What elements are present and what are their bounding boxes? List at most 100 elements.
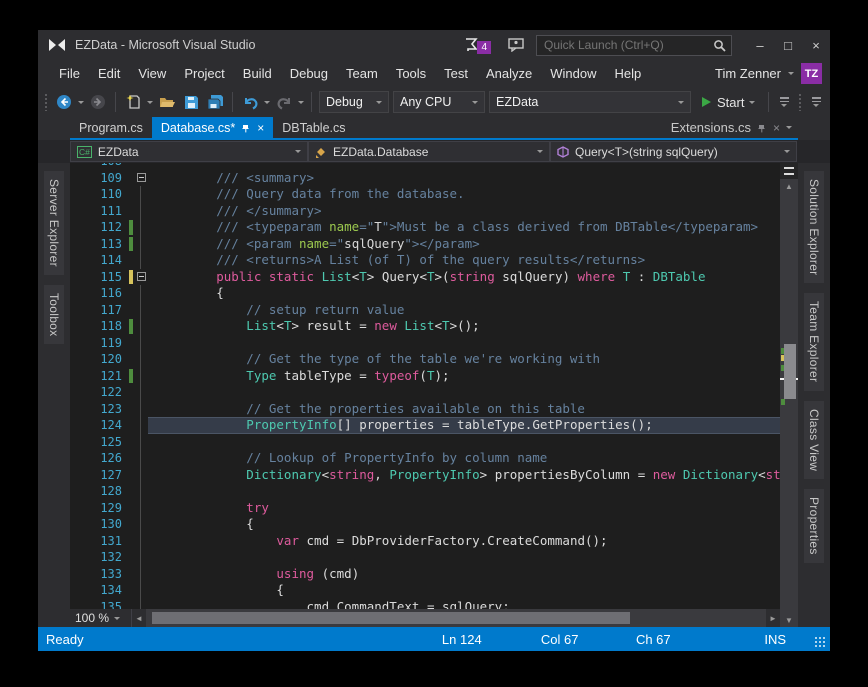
maximize-button[interactable]: □ bbox=[774, 30, 802, 60]
hscroll-thumb[interactable] bbox=[152, 612, 629, 624]
toolbar-grip-2[interactable] bbox=[798, 93, 802, 111]
toolbar-option-button-2[interactable] bbox=[808, 97, 824, 107]
line-number[interactable]: 117 bbox=[70, 302, 128, 319]
menu-file[interactable]: File bbox=[50, 63, 89, 84]
code-text[interactable]: List<T> result = new List<T>(); bbox=[148, 318, 780, 335]
line-number[interactable]: 127 bbox=[70, 467, 128, 484]
menu-debug[interactable]: Debug bbox=[281, 63, 337, 84]
line-number[interactable]: 113 bbox=[70, 236, 128, 253]
code-line-126[interactable]: 126 // Lookup of PropertyInfo by column … bbox=[70, 450, 780, 467]
code-text[interactable]: Type tableType = typeof(T); bbox=[148, 368, 780, 385]
code-line-113[interactable]: 113 /// <param name="sqlQuery"></param> bbox=[70, 236, 780, 253]
line-number[interactable]: 109 bbox=[70, 170, 128, 187]
editor-zoom-dropdown[interactable]: 100 % bbox=[70, 609, 132, 627]
undo-button[interactable] bbox=[240, 91, 260, 113]
code-text[interactable] bbox=[148, 549, 780, 566]
code-line-133[interactable]: 133 using (cmd) bbox=[70, 566, 780, 583]
line-number[interactable]: 118 bbox=[70, 318, 128, 335]
menu-build[interactable]: Build bbox=[234, 63, 281, 84]
line-number[interactable]: 122 bbox=[70, 384, 128, 401]
startup-project-dropdown[interactable]: EZData bbox=[489, 91, 691, 113]
close-button[interactable]: × bbox=[802, 30, 830, 60]
scroll-right-icon[interactable]: ► bbox=[766, 614, 780, 623]
editor-split-handle[interactable] bbox=[780, 163, 798, 179]
quick-launch-input[interactable] bbox=[542, 37, 713, 53]
close-tab-icon[interactable]: × bbox=[773, 122, 780, 134]
code-text[interactable]: cmd.CommandText = sqlQuery; bbox=[148, 599, 780, 610]
code-line-128[interactable]: 128 bbox=[70, 483, 780, 500]
line-number[interactable]: 129 bbox=[70, 500, 128, 517]
menu-window[interactable]: Window bbox=[541, 63, 605, 84]
line-number[interactable]: 121 bbox=[70, 368, 128, 385]
code-text[interactable]: /// Query data from the database. bbox=[148, 186, 780, 203]
code-line-123[interactable]: 123 // Get the properties available on t… bbox=[70, 401, 780, 418]
code-text[interactable] bbox=[148, 483, 780, 500]
resize-grip[interactable] bbox=[814, 636, 826, 648]
code-text[interactable]: /// </summary> bbox=[148, 203, 780, 220]
code-line-129[interactable]: 129 try bbox=[70, 500, 780, 517]
vertical-scrollbar[interactable]: ▲ ▼ bbox=[780, 163, 798, 627]
back-dropdown-caret-icon[interactable] bbox=[78, 101, 84, 104]
right-tab-team-explorer[interactable]: Team Explorer bbox=[804, 293, 824, 390]
code-text[interactable]: public static List<T> Query<T>(string sq… bbox=[148, 269, 780, 286]
code-line-134[interactable]: 134 { bbox=[70, 582, 780, 599]
navigate-back-button[interactable] bbox=[54, 91, 74, 113]
code-line-132[interactable]: 132 bbox=[70, 549, 780, 566]
line-number[interactable]: 125 bbox=[70, 434, 128, 451]
fold-collapse-button[interactable] bbox=[134, 269, 148, 286]
vscroll-track[interactable] bbox=[780, 193, 798, 613]
project-scope-dropdown[interactable]: C# EZData bbox=[70, 141, 308, 162]
code-line-127[interactable]: 127 Dictionary<string, PropertyInfo> pro… bbox=[70, 467, 780, 484]
code-text[interactable] bbox=[148, 335, 780, 352]
code-line-117[interactable]: 117 // setup return value bbox=[70, 302, 780, 319]
line-number[interactable]: 132 bbox=[70, 549, 128, 566]
code-line-109[interactable]: 109 /// <summary> bbox=[70, 170, 780, 187]
tab-extensions[interactable]: Extensions.cs × bbox=[665, 117, 798, 138]
code-text[interactable]: /// <param name="sqlQuery"></param> bbox=[148, 236, 780, 253]
line-number[interactable]: 124 bbox=[70, 417, 128, 434]
code-text[interactable]: /// <summary> bbox=[148, 170, 780, 187]
tab-database-cs-[interactable]: Database.cs*× bbox=[152, 117, 273, 138]
code-text[interactable]: try bbox=[148, 500, 780, 517]
code-line-114[interactable]: 114 /// <returns>A List (of T) of the qu… bbox=[70, 252, 780, 269]
line-number[interactable]: 111 bbox=[70, 203, 128, 220]
code-text[interactable]: { bbox=[148, 516, 780, 533]
left-tab-toolbox[interactable]: Toolbox bbox=[44, 285, 64, 344]
pin-icon[interactable] bbox=[757, 123, 767, 133]
right-tab-properties[interactable]: Properties bbox=[804, 489, 824, 563]
menu-help[interactable]: Help bbox=[606, 63, 651, 84]
notifications-button[interactable]: 4 bbox=[464, 38, 478, 52]
line-number[interactable]: 112 bbox=[70, 219, 128, 236]
redo-dropdown-caret-icon[interactable] bbox=[298, 101, 304, 104]
code-line-110[interactable]: 110 /// Query data from the database. bbox=[70, 186, 780, 203]
navigate-forward-button[interactable] bbox=[88, 91, 108, 113]
close-tab-icon[interactable]: × bbox=[257, 122, 264, 134]
minimize-button[interactable]: – bbox=[746, 30, 774, 60]
code-editor[interactable]: 108109 /// <summary>110 /// Query data f… bbox=[70, 163, 780, 627]
code-text[interactable]: /// <typeparam name="T">Must be a class … bbox=[148, 219, 780, 236]
undo-dropdown-caret-icon[interactable] bbox=[264, 101, 270, 104]
scroll-down-icon[interactable]: ▼ bbox=[780, 613, 798, 627]
line-number[interactable]: 128 bbox=[70, 483, 128, 500]
pin-icon[interactable] bbox=[241, 123, 251, 133]
code-text[interactable]: { bbox=[148, 582, 780, 599]
line-number[interactable]: 130 bbox=[70, 516, 128, 533]
code-line-111[interactable]: 111 /// </summary> bbox=[70, 203, 780, 220]
code-line-124[interactable]: 124 PropertyInfo[] properties = tableTyp… bbox=[70, 417, 780, 434]
tab-list-caret-icon[interactable] bbox=[786, 126, 792, 129]
line-number[interactable]: 123 bbox=[70, 401, 128, 418]
menu-edit[interactable]: Edit bbox=[89, 63, 129, 84]
menu-view[interactable]: View bbox=[129, 63, 175, 84]
toolbar-option-button-1[interactable] bbox=[776, 97, 792, 107]
code-text[interactable]: Dictionary<string, PropertyInfo> propert… bbox=[148, 467, 780, 484]
tab-program-cs[interactable]: Program.cs bbox=[70, 117, 152, 138]
line-number[interactable]: 126 bbox=[70, 450, 128, 467]
scroll-up-icon[interactable]: ▲ bbox=[780, 179, 798, 193]
code-line-112[interactable]: 112 /// <typeparam name="T">Must be a cl… bbox=[70, 219, 780, 236]
code-line-120[interactable]: 120 // Get the type of the table we're w… bbox=[70, 351, 780, 368]
code-line-125[interactable]: 125 bbox=[70, 434, 780, 451]
hscroll-track[interactable] bbox=[146, 609, 766, 627]
code-line-122[interactable]: 122 bbox=[70, 384, 780, 401]
code-line-121[interactable]: 121 Type tableType = typeof(T); bbox=[70, 368, 780, 385]
code-line-135[interactable]: 135 cmd.CommandText = sqlQuery; bbox=[70, 599, 780, 610]
